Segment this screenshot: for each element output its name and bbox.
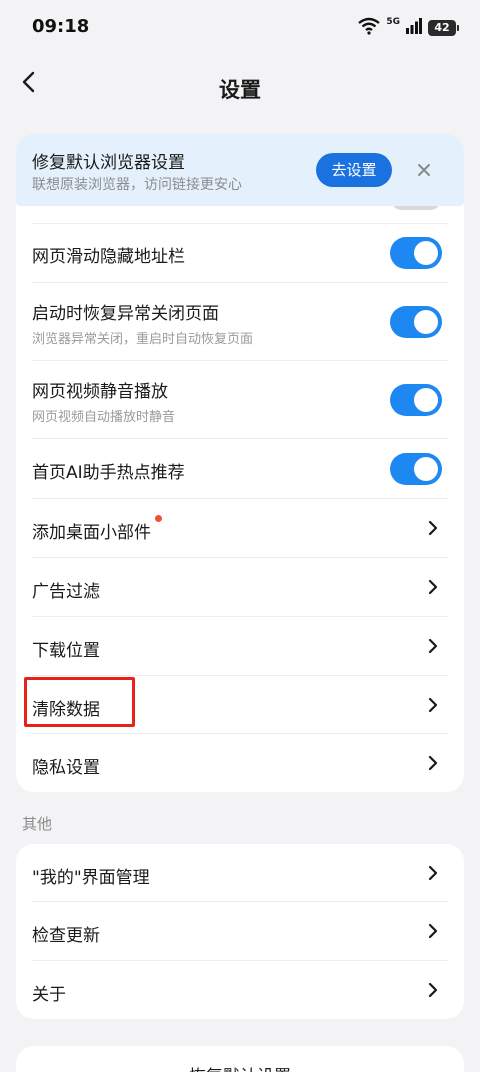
- item-title: 检查更新: [32, 926, 100, 946]
- item-title: 广告过滤: [32, 582, 100, 602]
- list-item-mute-video[interactable]: 网页视频静音播放 网页视频自动播放时静音: [16, 361, 464, 439]
- item-title: 启动时恢复异常关闭页面: [32, 304, 219, 324]
- chevron-right-icon: [424, 922, 442, 940]
- list-item-privacy-settings[interactable]: 隐私设置: [16, 734, 464, 792]
- list-item-add-widget[interactable]: 添加桌面小部件: [16, 499, 464, 558]
- restore-defaults-card[interactable]: 恢复默认设置: [16, 1046, 464, 1072]
- status-bar: 09:18 5G 42: [0, 0, 480, 56]
- chevron-right-icon: [424, 519, 442, 537]
- list-item-ai-hot-topics[interactable]: 首页AI助手热点推荐: [16, 439, 464, 499]
- toggle-knob: [414, 388, 438, 412]
- default-browser-banner: 修复默认浏览器设置 联想原装浏览器，访问链接更安心 去设置: [16, 134, 464, 206]
- item-title: 添加桌面小部件: [32, 523, 151, 543]
- chevron-right-icon: [424, 637, 442, 655]
- wifi-icon: [358, 17, 381, 39]
- list-item-restore-pages[interactable]: 启动时恢复异常关闭页面 浏览器异常关闭，重启时自动恢复页面: [16, 283, 464, 361]
- notification-dot: [155, 515, 162, 522]
- item-title: 下载位置: [32, 641, 100, 661]
- list-item-about[interactable]: 关于: [16, 961, 464, 1019]
- toggle-switch[interactable]: [390, 306, 442, 338]
- toggle-switch[interactable]: [390, 237, 442, 269]
- item-title: 网页滑动隐藏地址栏: [32, 247, 185, 267]
- banner-title: 修复默认浏览器设置: [32, 153, 185, 173]
- list-item-download-location[interactable]: 下载位置: [16, 617, 464, 676]
- restore-defaults-button[interactable]: 恢复默认设置: [16, 1062, 464, 1072]
- item-subtitle: 网页视频自动播放时静音: [32, 410, 176, 425]
- item-title: 首页AI助手热点推荐: [32, 463, 185, 483]
- item-title: 网页视频静音播放: [32, 382, 168, 402]
- network-label: 5G: [386, 17, 400, 27]
- item-title: 隐私设置: [32, 758, 100, 778]
- close-icon[interactable]: [412, 158, 436, 182]
- page-title: 设置: [219, 78, 261, 102]
- chevron-right-icon: [424, 696, 442, 714]
- chevron-right-icon: [424, 864, 442, 882]
- battery-icon: 42: [428, 20, 459, 36]
- other-card: "我的"界面管理 检查更新 关于: [16, 844, 464, 1019]
- highlight-box: [24, 677, 135, 727]
- toggle-knob: [414, 241, 438, 265]
- toggle-knob: [414, 457, 438, 481]
- list-item-check-update[interactable]: 检查更新: [16, 902, 464, 961]
- chevron-right-icon: [424, 981, 442, 999]
- go-settings-button[interactable]: 去设置: [316, 153, 392, 187]
- status-time: 09:18: [32, 16, 90, 37]
- item-subtitle: 浏览器异常关闭，重启时自动恢复页面: [32, 332, 254, 347]
- section-label-other: 其他: [22, 815, 53, 833]
- signal-icon: [406, 18, 422, 38]
- toggle-knob: [414, 310, 438, 334]
- item-title: "我的"界面管理: [32, 868, 150, 888]
- banner-subtitle: 联想原装浏览器，访问链接更安心: [32, 177, 242, 193]
- chevron-right-icon: [424, 754, 442, 772]
- toggle-switch[interactable]: [390, 384, 442, 416]
- navigation-bar: 设置: [0, 56, 480, 116]
- chevron-right-icon: [424, 578, 442, 596]
- item-title: 关于: [32, 985, 66, 1005]
- list-item-my-page-management[interactable]: "我的"界面管理: [16, 844, 464, 902]
- status-icons: 5G 42: [358, 16, 459, 40]
- list-item-hide-address-bar[interactable]: 网页滑动隐藏地址栏: [16, 224, 464, 283]
- toggle-switch[interactable]: [390, 453, 442, 485]
- list-item-ad-filter[interactable]: 广告过滤: [16, 558, 464, 617]
